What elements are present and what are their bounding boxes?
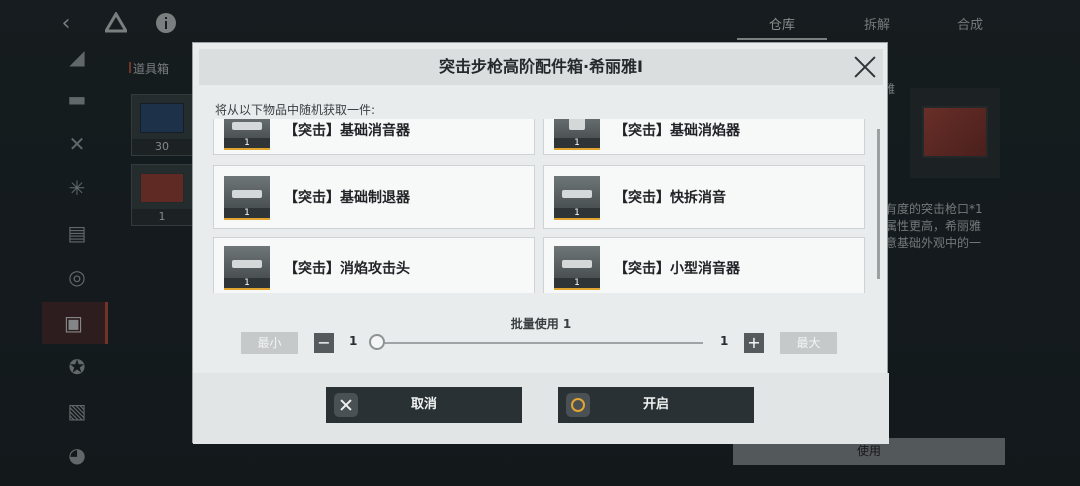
reward-item[interactable]: 1 【突击】小型消音器 — [543, 237, 865, 293]
batch-use-label: 批量使用 1 — [510, 317, 572, 331]
reward-name: 【突击】基础消焰器 — [614, 123, 740, 139]
compensator-icon — [232, 260, 262, 268]
reward-item[interactable]: 1 【突击】快拆消音 — [543, 165, 865, 229]
muzzle-brake-icon — [232, 190, 262, 198]
dialog-header: 突击步枪高阶配件箱·希丽雅I — [199, 49, 883, 85]
close-icon — [334, 393, 358, 417]
flash-hider-icon — [569, 119, 585, 130]
reward-item[interactable]: 1 【突击】基础消焰器 — [543, 119, 865, 155]
reward-qty: 1 — [554, 208, 600, 220]
reward-item[interactable]: 1 【突击】基础制退器 — [213, 165, 535, 229]
decrement-button[interactable]: − — [314, 333, 334, 353]
small-suppressor-icon — [562, 260, 592, 268]
quantity-slider-track[interactable] — [377, 342, 703, 344]
reward-name: 【突击】消焰攻击头 — [284, 261, 410, 277]
attachment-thumbnail: 1 — [224, 246, 270, 290]
reward-item[interactable]: 1 【突击】基础消音器 — [213, 119, 535, 155]
dialog-footer — [193, 373, 889, 444]
reward-qty: 1 — [554, 138, 600, 150]
slider-max-value: 1 — [720, 334, 729, 348]
reward-name: 【突击】基础消音器 — [284, 123, 410, 139]
min-button[interactable]: 最小 — [241, 332, 298, 354]
cancel-label: 取消 — [410, 397, 437, 412]
reward-name: 【突击】快拆消音 — [614, 190, 726, 206]
reward-qty: 1 — [224, 208, 270, 220]
attachment-thumbnail: 1 — [554, 119, 600, 150]
reward-qty: 1 — [224, 138, 270, 150]
quantity-slider-handle[interactable] — [369, 334, 385, 350]
reward-list[interactable]: 1 【突击】基础消音器 1 【突击】基础消焰器 1 【突击】基础制退器 1 【突… — [213, 119, 867, 293]
increment-button[interactable]: + — [744, 333, 764, 353]
open-button[interactable]: 开启 — [558, 387, 754, 423]
attachment-thumbnail: 1 — [224, 176, 270, 220]
reward-list-scrollbar[interactable] — [877, 129, 880, 279]
attachment-thumbnail: 1 — [224, 119, 270, 150]
reward-qty: 1 — [554, 278, 600, 290]
attachment-thumbnail: 1 — [554, 176, 600, 220]
slider-min-value: 1 — [349, 334, 358, 348]
reward-name: 【突击】基础制退器 — [284, 190, 410, 206]
confirm-circle-icon — [566, 393, 590, 417]
reward-name: 【突击】小型消音器 — [614, 261, 740, 277]
open-label: 开启 — [642, 397, 669, 412]
max-button[interactable]: 最大 — [780, 332, 837, 354]
open-box-dialog: 突击步枪高阶配件箱·希丽雅I 将从以下物品中随机获取一件: 1 【突击】基础消音… — [192, 42, 889, 444]
reward-qty: 1 — [224, 278, 270, 290]
dialog-subtitle: 将从以下物品中随机获取一件: — [215, 103, 376, 117]
suppressor-icon — [232, 122, 262, 130]
dialog-title: 突击步枪高阶配件箱·希丽雅I — [438, 57, 644, 76]
close-icon[interactable] — [851, 53, 879, 81]
reward-item[interactable]: 1 【突击】消焰攻击头 — [213, 237, 535, 293]
attachment-thumbnail: 1 — [554, 246, 600, 290]
cancel-button[interactable]: 取消 — [326, 387, 522, 423]
quick-suppressor-icon — [562, 190, 592, 198]
